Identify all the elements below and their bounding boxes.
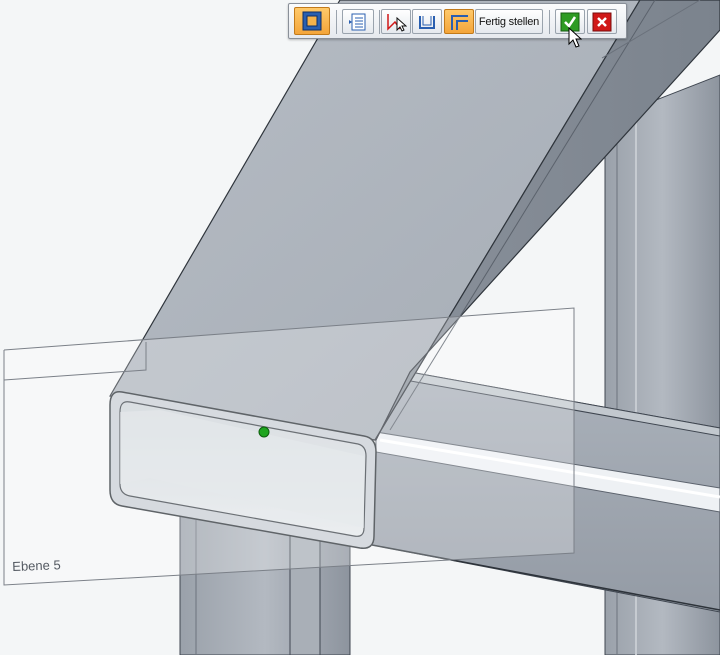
options-list-button[interactable]: [342, 9, 374, 34]
profile-frame-button[interactable]: [294, 7, 330, 35]
keypoint-marker[interactable]: [258, 426, 270, 438]
toolbar-separator: [549, 10, 550, 34]
toolbar-separator: [336, 10, 337, 34]
profile-frame-icon: [302, 11, 322, 31]
cancel-button[interactable]: [587, 9, 617, 34]
cad-viewport[interactable]: [0, 0, 720, 655]
finish-button-label: Fertig stellen: [478, 15, 540, 28]
u-profile-button[interactable]: [412, 9, 442, 34]
toolbar-separator: [379, 10, 380, 34]
mouse-cursor-icon: [568, 27, 582, 48]
corner-trim-button[interactable]: [444, 9, 474, 34]
select-cursor-icon: [387, 13, 407, 32]
u-profile-icon: [419, 15, 435, 29]
select-cursor-button[interactable]: [381, 9, 411, 34]
sketch-plane[interactable]: [3, 307, 575, 586]
finish-button[interactable]: Fertig stellen: [475, 9, 543, 34]
corner-trim-icon: [451, 14, 468, 30]
options-list-icon: [349, 13, 366, 30]
close-icon: [592, 12, 612, 31]
plane-label: Ebene 5: [12, 557, 61, 574]
